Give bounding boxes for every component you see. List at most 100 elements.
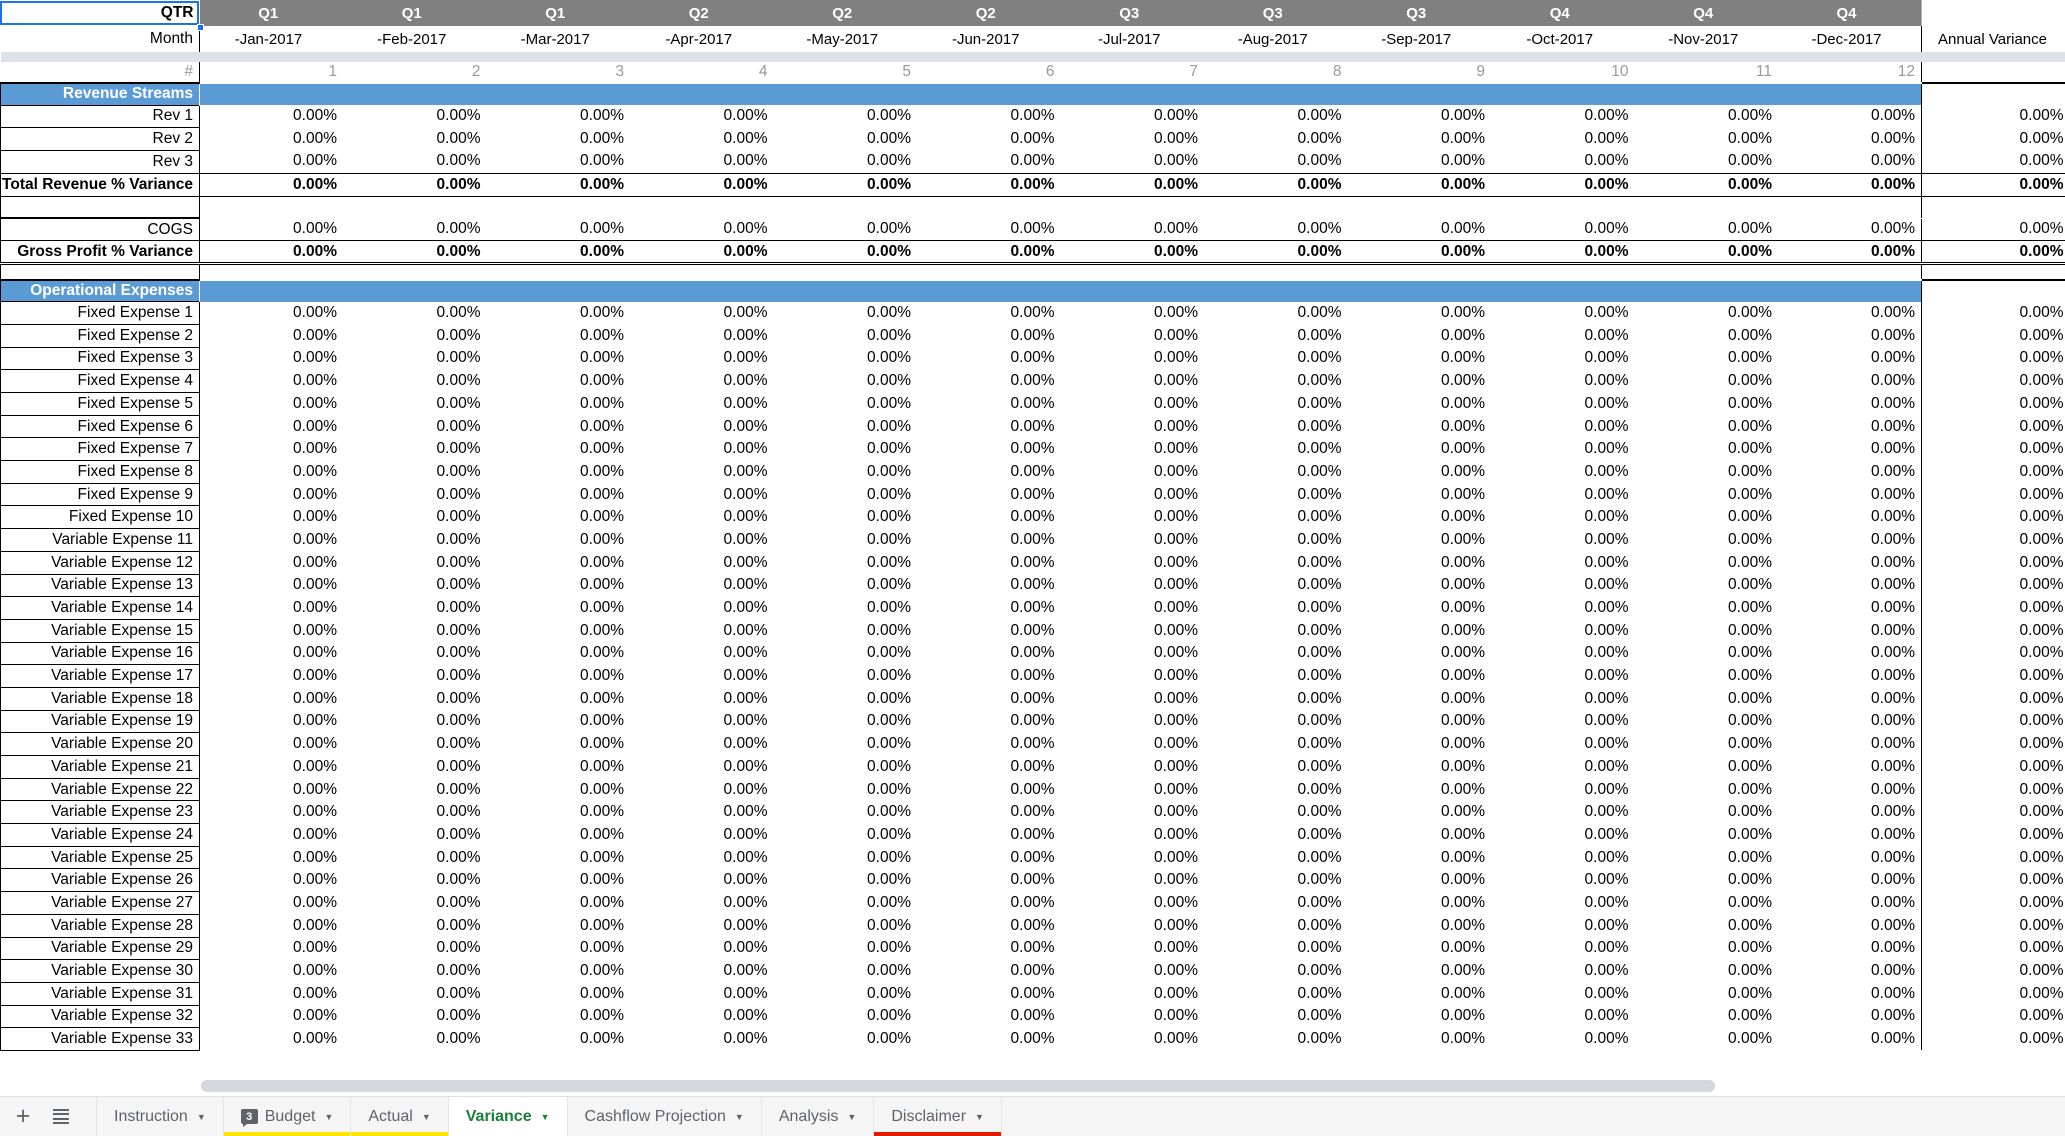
value-cell[interactable]: 0.00% xyxy=(774,733,918,756)
annual-value-cell[interactable]: 0.00% xyxy=(1921,437,2065,461)
value-cell[interactable]: 0.00% xyxy=(200,801,344,824)
value-cell[interactable]: 0.00% xyxy=(630,756,774,779)
value-cell[interactable]: 0.00% xyxy=(343,892,487,915)
value-cell[interactable]: 0.00% xyxy=(1635,597,1779,620)
value-cell[interactable]: 0.00% xyxy=(343,619,487,642)
value-cell[interactable]: 0.00% xyxy=(774,778,918,801)
value-cell[interactable]: 0.00% xyxy=(1204,937,1348,960)
value-cell[interactable]: 0.00% xyxy=(630,846,774,869)
value-cell[interactable]: 0.00% xyxy=(487,914,631,937)
value-cell[interactable]: 0.00% xyxy=(1491,982,1635,1005)
sheet-tab-cashflow-projection[interactable]: Cashflow Projection ▼ xyxy=(566,1097,761,1136)
value-cell[interactable]: 0.00% xyxy=(343,483,487,506)
value-cell[interactable]: 0.00% xyxy=(1061,937,1205,960)
value-cell[interactable]: 0.00% xyxy=(1778,619,1922,642)
annual-value-cell[interactable]: 0.00% xyxy=(1921,596,2065,620)
value-cell[interactable]: 0.00% xyxy=(774,574,918,597)
value-cell[interactable]: 0.00% xyxy=(1634,172,1778,197)
value-cell[interactable]: 0.00% xyxy=(917,1005,1061,1028)
sheet-tab-disclaimer[interactable]: Disclaimer ▼ xyxy=(873,1097,1002,1136)
value-cell[interactable]: 0.00% xyxy=(630,1028,774,1051)
value-cell[interactable]: 0.00% xyxy=(1204,982,1348,1005)
value-cell[interactable]: 0.00% xyxy=(774,529,918,552)
value-cell[interactable]: 0.00% xyxy=(774,1005,918,1028)
value-cell[interactable]: 0.00% xyxy=(1348,529,1492,552)
value-cell[interactable]: 0.00% xyxy=(630,218,774,241)
value-cell[interactable]: 0.00% xyxy=(630,687,774,710)
grid-viewport[interactable]: QTR Q1 Q1 Q1 Q2 Q2 Q2 Q3 Q3 Q3 Q4 Q4 Q4 Month -Jan-201… xyxy=(0,0,2065,1076)
value-cell[interactable]: 0.00% xyxy=(1778,892,1922,915)
value-cell[interactable]: 0.00% xyxy=(1778,756,1922,779)
annual-value-cell[interactable]: 0.00% xyxy=(1921,846,2065,869)
value-cell[interactable]: 0.00% xyxy=(1204,529,1348,552)
value-cell[interactable]: 0.00% xyxy=(1061,483,1205,506)
value-cell[interactable]: 0.00% xyxy=(774,982,918,1005)
value-cell[interactable]: 0.00% xyxy=(630,665,774,688)
value-cell[interactable] xyxy=(630,196,774,219)
value-cell[interactable]: 0.00% xyxy=(1635,846,1779,869)
value-cell[interactable] xyxy=(486,196,630,219)
value-cell[interactable]: 0.00% xyxy=(1491,105,1635,128)
annual-value-cell[interactable]: 0.00% xyxy=(1921,642,2065,665)
annual-value-cell[interactable]: 0.00% xyxy=(1921,778,2065,801)
value-cell[interactable]: 0.00% xyxy=(630,710,774,733)
value-cell[interactable]: 0.00% xyxy=(630,483,774,506)
value-cell[interactable]: 0.00% xyxy=(1348,937,1492,960)
value-cell[interactable]: 0.00% xyxy=(487,824,631,847)
value-cell[interactable]: 0.00% xyxy=(1778,393,1922,416)
value-cell[interactable]: 0.00% xyxy=(1778,733,1922,756)
value-cell[interactable]: 0.00% xyxy=(1778,347,1922,370)
value-cell[interactable]: 0.00% xyxy=(1635,756,1779,779)
all-sheets-icon[interactable] xyxy=(42,1097,80,1136)
value-cell[interactable]: 0.00% xyxy=(200,324,344,347)
value-cell[interactable]: 0.00% xyxy=(917,483,1061,506)
value-cell[interactable]: 0.00% xyxy=(1061,869,1205,892)
value-cell[interactable]: 0.00% xyxy=(200,150,344,173)
value-cell[interactable]: 0.00% xyxy=(200,756,344,779)
value-cell[interactable]: 0.00% xyxy=(200,960,344,983)
value-cell[interactable]: 0.00% xyxy=(774,393,918,416)
value-cell[interactable]: 0.00% xyxy=(1778,1028,1922,1051)
value-cell[interactable]: 0.00% xyxy=(1778,438,1922,461)
value-cell[interactable]: 0.00% xyxy=(1635,150,1779,173)
value-cell[interactable]: 0.00% xyxy=(1061,438,1205,461)
value-cell[interactable]: 0.00% xyxy=(343,824,487,847)
value-cell[interactable]: 0.00% xyxy=(487,801,631,824)
value-cell[interactable]: 0.00% xyxy=(1061,914,1205,937)
value-cell[interactable]: 0.00% xyxy=(774,347,918,370)
annual-value-cell[interactable]: 0.00% xyxy=(1921,369,2065,393)
value-cell[interactable]: 0.00% xyxy=(487,778,631,801)
value-cell[interactable]: 0.00% xyxy=(1778,324,1922,347)
value-cell[interactable]: 0.00% xyxy=(1635,960,1779,983)
value-cell[interactable]: 0.00% xyxy=(630,733,774,756)
value-cell[interactable]: 0.00% xyxy=(1491,710,1635,733)
value-cell[interactable]: 0.00% xyxy=(1635,937,1779,960)
value-cell[interactable]: 0.00% xyxy=(200,1028,344,1051)
annual-value-cell[interactable]: 0.00% xyxy=(1921,105,2065,128)
value-cell[interactable]: 0.00% xyxy=(343,914,487,937)
value-cell[interactable]: 0.00% xyxy=(1778,150,1922,173)
value-cell[interactable]: 0.00% xyxy=(1204,869,1348,892)
value-cell[interactable]: 0.00% xyxy=(1778,869,1922,892)
annual-value-cell[interactable]: 0.00% xyxy=(1921,127,2065,151)
value-cell[interactable]: 0.00% xyxy=(1061,778,1205,801)
value-cell[interactable]: 0.00% xyxy=(1491,172,1635,197)
value-cell[interactable]: 0.00% xyxy=(1348,756,1492,779)
value-cell[interactable]: 0.00% xyxy=(1491,324,1635,347)
value-cell[interactable]: 0.00% xyxy=(200,393,344,416)
value-cell[interactable]: 0.00% xyxy=(1635,824,1779,847)
value-cell[interactable]: 0.00% xyxy=(917,846,1061,869)
value-cell[interactable]: 0.00% xyxy=(343,869,487,892)
value-cell[interactable]: 0.00% xyxy=(1491,914,1635,937)
value-cell[interactable]: 0.00% xyxy=(774,846,918,869)
value-cell[interactable]: 0.00% xyxy=(487,302,631,325)
value-cell[interactable]: 0.00% xyxy=(200,892,344,915)
annual-value-cell[interactable]: 0.00% xyxy=(1921,392,2065,416)
value-cell[interactable]: 0.00% xyxy=(630,937,774,960)
value-cell[interactable]: 0.00% xyxy=(1635,710,1779,733)
value-cell[interactable]: 0.00% xyxy=(774,1028,918,1051)
value-cell[interactable]: 0.00% xyxy=(1491,370,1635,393)
variance-sheet[interactable]: QTR Q1 Q1 Q1 Q2 Q2 Q2 Q3 Q3 Q3 Q4 Q4 Q4 Month -Jan-201… xyxy=(0,0,2065,1051)
value-cell[interactable]: 0.00% xyxy=(487,869,631,892)
value-cell[interactable]: 0.00% xyxy=(917,824,1061,847)
